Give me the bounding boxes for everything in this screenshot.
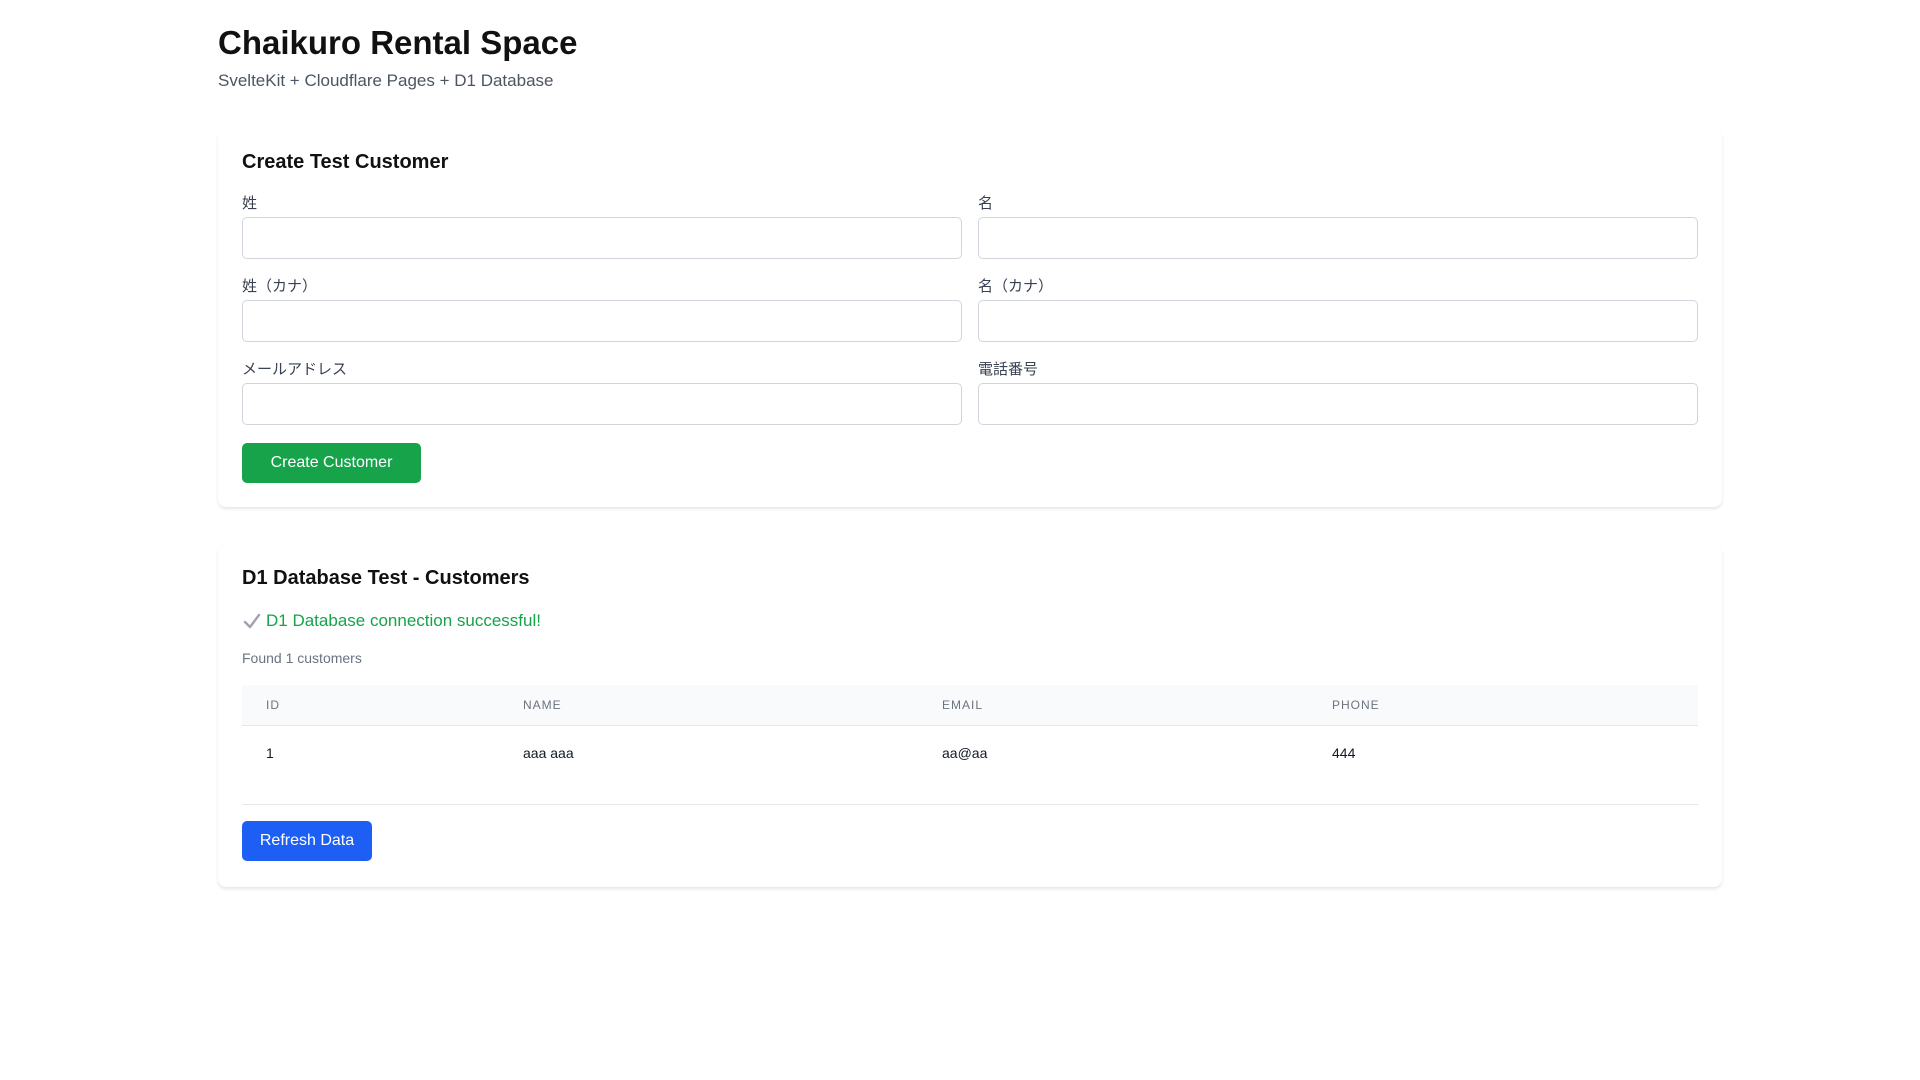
first-name-label: 名: [978, 195, 994, 212]
database-card: D1 Database Test - Customers D1 Database…: [218, 545, 1722, 887]
table-row: 1 aaa aaa aa@aa 444: [242, 725, 1698, 805]
cell-name: aaa aaa: [499, 725, 918, 805]
page-title: Chaikuro Rental Space: [218, 24, 578, 61]
cell-phone: 444: [1308, 725, 1698, 805]
first-name-field: 名: [978, 195, 1698, 259]
customers-table: ID NAME EMAIL PHONE 1 aaa aaa aa@aa 444: [242, 685, 1698, 805]
last-name-kana-input[interactable]: [242, 300, 962, 342]
first-name-kana-field: 名（カナ）: [978, 278, 1698, 342]
cell-email: aa@aa: [918, 725, 1308, 805]
last-name-kana-field: 姓（カナ）: [242, 278, 962, 342]
last-name-label: 姓: [242, 195, 258, 212]
page-subtitle: SvelteKit + Cloudflare Pages + D1 Databa…: [218, 71, 554, 90]
email-label: メールアドレス: [242, 361, 348, 378]
last-name-input[interactable]: [242, 217, 962, 259]
first-name-input[interactable]: [978, 217, 1698, 259]
refresh-data-button[interactable]: Refresh Data: [242, 821, 372, 861]
last-name-kana-label: 姓（カナ）: [242, 278, 318, 295]
create-customer-title: Create Test Customer: [242, 151, 449, 173]
last-name-field: 姓: [242, 195, 962, 259]
create-customer-card: Create Test Customer 姓 名 姓（カナ） 名（カナ） メール…: [218, 130, 1722, 507]
phone-label: 電話番号: [978, 361, 1039, 378]
phone-input[interactable]: [978, 383, 1698, 425]
check-icon: [243, 613, 261, 629]
first-name-kana-input[interactable]: [978, 300, 1698, 342]
column-header-phone: PHONE: [1308, 685, 1698, 726]
column-header-name: NAME: [499, 685, 918, 726]
phone-field: 電話番号: [978, 361, 1698, 425]
connection-status: D1 Database connection successful!: [242, 611, 541, 631]
found-count: Found 1 customers: [242, 650, 362, 666]
cell-id: 1: [242, 725, 499, 805]
connection-status-text: D1 Database connection successful!: [266, 611, 541, 630]
email-field: メールアドレス: [242, 361, 962, 425]
database-title: D1 Database Test - Customers: [242, 567, 530, 589]
create-customer-button[interactable]: Create Customer: [242, 443, 421, 483]
first-name-kana-label: 名（カナ）: [978, 278, 1054, 295]
table-header-row: ID NAME EMAIL PHONE: [242, 685, 1698, 726]
column-header-email: EMAIL: [918, 685, 1308, 726]
email-input[interactable]: [242, 383, 962, 425]
column-header-id: ID: [242, 685, 499, 726]
